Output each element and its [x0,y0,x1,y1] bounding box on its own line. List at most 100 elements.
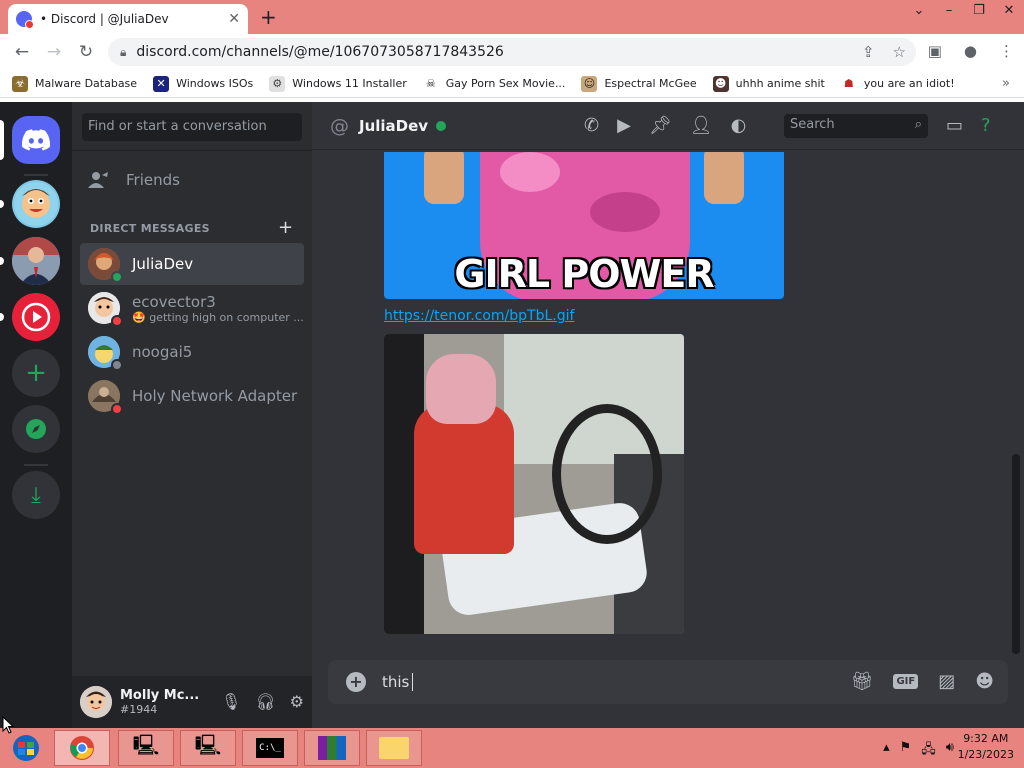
server-suit-avatar-icon[interactable] [12,237,60,285]
taskbar-explorer[interactable] [366,730,422,766]
user-avatar[interactable] [80,686,112,718]
search-icon: ⌕ [914,117,922,132]
taskbar-network-app[interactable]: 🖳 [118,730,174,766]
bookmark-item[interactable]: ⚙ Windows 11 Installer [269,75,407,92]
tenor-gif-link[interactable]: https://tenor.com/bpTbL.gif [384,308,574,324]
chat-search-input[interactable]: Search ⌕ [784,114,928,138]
chat-area: @ JuliaDev ✆ ▶ 📌︎ 👤︎ ◐ Search ⌕ ▭ ? GIRL… [312,102,1024,728]
window-controls: ⌄ – ❐ ✕ [904,0,1024,24]
malware-database-icon: ☣ [12,75,28,92]
bookmark-item[interactable]: ☻ uhhh anime shit [712,75,825,92]
taskbar-winrar[interactable] [304,730,360,766]
chat-recipient-name[interactable]: JuliaDev [359,117,428,135]
avatar [88,336,123,371]
tab-search-chevron-icon[interactable]: ⌄ [904,0,934,24]
taskbar-chrome[interactable] [54,730,110,766]
create-dm-icon[interactable]: + [278,217,293,238]
discord-favicon-icon [16,11,34,29]
close-window-icon[interactable]: ✕ [994,0,1024,24]
bookmark-star-icon[interactable]: ☆ [893,43,906,61]
search-placeholder: Search [790,117,835,132]
gif-picker-icon[interactable]: GIF [893,674,919,689]
dm-item-holy-network-adapter[interactable]: Holy Network Adapter [80,375,304,417]
forward-arrow-icon[interactable]: → [38,42,70,62]
emoji-icon[interactable]: ☻ [975,671,994,692]
find-conversation-input[interactable]: Find or start a conversation [82,113,302,141]
minimize-icon[interactable]: – [934,0,964,24]
archive-icon [318,736,346,760]
download-apps-icon[interactable]: ⤓ [12,471,60,519]
browser-menu-icon[interactable]: ⋮ [999,42,1014,60]
video-call-icon[interactable]: ▶ [617,115,631,136]
computer-icon: 🖳 [132,733,160,757]
friends-nav-item[interactable]: Friends [88,166,180,194]
add-server-icon[interactable]: + [12,349,60,397]
headphones-icon[interactable]: 🎧︎ [255,692,275,711]
bookmarks-overflow-icon[interactable]: » [1002,76,1010,91]
close-tab-icon[interactable]: ✕ [228,11,240,27]
pinned-messages-icon[interactable]: 📌︎ [649,115,672,136]
status-offline-icon [111,359,123,371]
bookmark-item[interactable]: ☗ you are an idiot! [840,75,955,92]
omnibox[interactable]: 🔒︎ discord.com/channels/@me/106707305871… [108,38,916,66]
taskbar-clock[interactable]: 9:32 AM 1/23/2023 [958,731,1014,763]
settings-gear-icon[interactable]: ⚙ [290,692,304,711]
unread-indicator [0,257,4,265]
status-online-icon [436,120,447,131]
bookmark-item[interactable]: ✕ Windows ISOs [153,75,253,92]
dm-item-juliadev[interactable]: JuliaDev [80,243,304,285]
dm-name: Holy Network Adapter [132,387,298,405]
gif-arm [704,152,744,204]
chat-header: @ JuliaDev ✆ ▶ 📌︎ 👤︎ ◐ Search ⌕ ▭ ? [312,102,1024,150]
chat-scrollbar[interactable] [1012,454,1020,654]
user-panel: Molly Mc... #1944 🎙︎ 🎧︎ ⚙ [72,676,312,728]
dm-item-ecovector3[interactable]: ecovector3 🤩 getting high on computer ..… [80,287,304,329]
back-arrow-icon[interactable]: ← [6,42,38,62]
message-input[interactable]: this [382,673,414,692]
bookmarks-bar: ☣ Malware Database ✕ Windows ISOs ⚙ Windows… [0,70,1024,98]
browser-tab-discord[interactable]: • Discord | @JuliaDev ✕ [8,4,248,34]
anime-avatar-icon: ☻ [712,75,729,92]
taskbar-cmd[interactable]: C:\_ [242,730,298,766]
user-discriminator: #1944 [120,703,158,716]
side-panel-icon[interactable]: ▣ [928,42,942,60]
server-play-icon[interactable] [12,293,60,341]
reload-icon[interactable]: ↻ [70,42,102,62]
volume-icon[interactable]: 🔊︎ [946,740,954,762]
voice-call-icon[interactable]: ✆ [584,115,599,136]
action-center-flag-icon[interactable]: ⚑ [900,740,912,762]
selected-indicator [0,120,4,160]
server-cartoon-avatar-icon[interactable] [12,180,60,228]
status-dnd-icon [111,315,123,327]
taskbar-network-app[interactable]: 🖳 [180,730,236,766]
inbox-icon[interactable]: ▭ [946,115,963,136]
discord-home-icon[interactable] [12,116,60,164]
clock-time: 9:32 AM [963,732,1009,745]
show-hidden-icons-icon[interactable]: ▴ [883,740,890,762]
bookmark-item[interactable]: ☣ Malware Database [12,75,137,92]
message-composer[interactable]: + this 🎁︎ GIF ▨ ☻ [328,660,1008,704]
bookmark-item[interactable]: ☠ Gay Porn Sex Movie... [422,75,565,92]
share-icon[interactable]: ⇪ [862,43,875,61]
help-icon[interactable]: ? [981,115,991,136]
windows-taskbar: 🖳 🖳 C:\_ ▴ ⚑ 🖧 🔊︎ 9:32 AM 1/23/2023 [0,728,1024,768]
driving-gif[interactable] [384,334,684,634]
network-icon[interactable]: 🖧 [921,740,936,762]
mute-mic-icon[interactable]: 🎙︎ [221,692,241,711]
restore-icon[interactable]: ❐ [964,0,994,24]
gift-icon[interactable]: 🎁︎ [851,671,874,692]
new-tab-button[interactable]: + [260,5,277,29]
explore-compass-icon[interactable] [12,405,60,453]
gif-headscarf [426,354,496,424]
sticker-icon[interactable]: ▨ [938,671,955,692]
hide-user-profile-icon[interactable]: ◐ [731,115,747,136]
dm-name: JuliaDev [132,255,194,273]
command-prompt-icon: C:\_ [256,738,284,758]
dm-item-noogai5[interactable]: noogai5 [80,331,304,373]
upload-plus-icon[interactable]: + [346,672,366,692]
bookmark-item[interactable]: ☺ Espectral McGee [581,75,697,92]
girl-power-gif[interactable]: GIRL POWER [384,152,784,299]
profile-avatar-icon[interactable]: ● [964,42,977,60]
add-friends-to-dm-icon[interactable]: 👤︎ [690,115,713,136]
at-icon: @ [330,114,349,137]
